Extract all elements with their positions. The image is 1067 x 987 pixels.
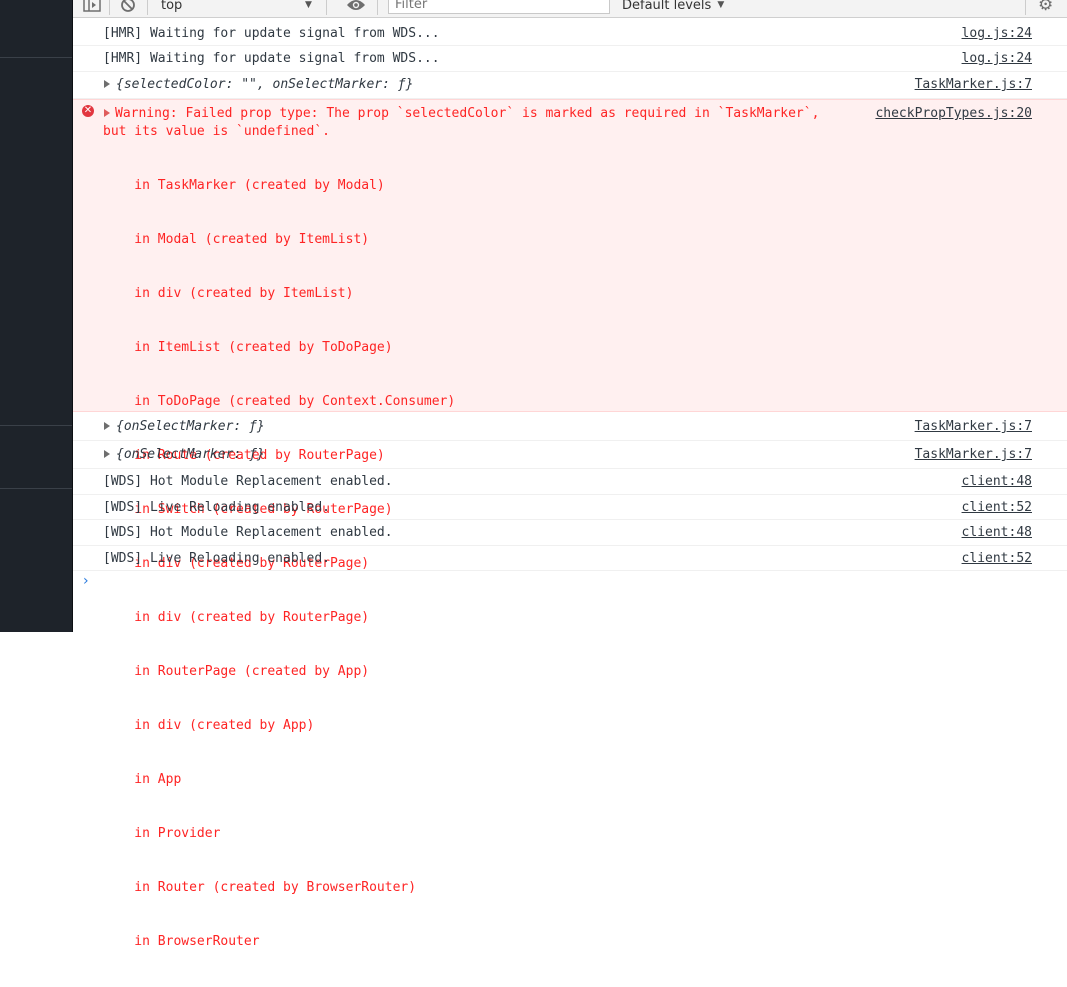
- settings-gear-icon[interactable]: ⚙: [1038, 0, 1053, 17]
- log-row: [WDS] Hot Module Replacement enabled. cl…: [73, 520, 1067, 546]
- error-message-row: ✕ Warning: Failed prop type: The prop `s…: [73, 99, 1067, 949]
- log-message: [HMR] Waiting for update signal from WDS…: [103, 51, 440, 66]
- log-message: [WDS] Live Reloading enabled.: [103, 500, 330, 515]
- stack-line: in ToDoPage (created by Context.Consumer…: [103, 394, 456, 409]
- error-text-line1: Warning: Failed prop type: The prop `sel…: [115, 106, 820, 121]
- stack-line: in RouterPage (created by App): [103, 664, 370, 679]
- log-object[interactable]: {selectedColor: "", onSelectMarker: ƒ}: [116, 77, 413, 93]
- error-icon: ✕: [82, 105, 94, 117]
- log-row: [WDS] Hot Module Replacement enabled. cl…: [73, 469, 1067, 495]
- source-link[interactable]: TaskMarker.js:7: [915, 419, 1032, 435]
- context-label: top: [161, 0, 183, 13]
- chevron-down-icon: ▼: [717, 0, 725, 10]
- toolbar-separator: [147, 0, 148, 15]
- eye-icon[interactable]: [346, 0, 366, 17]
- toolbar-separator: [1025, 0, 1026, 15]
- stack-line: in Modal (created by ItemList): [103, 232, 370, 247]
- stack-line: in div (created by RouterPage): [103, 610, 370, 625]
- source-link[interactable]: client:52: [962, 500, 1032, 516]
- log-levels-dropdown[interactable]: Default levels ▼: [622, 0, 724, 17]
- source-link[interactable]: checkPropTypes.js:20: [875, 105, 1032, 123]
- log-message: [WDS] Hot Module Replacement enabled.: [103, 525, 393, 540]
- toolbar-separator: [377, 0, 378, 15]
- log-row[interactable]: {selectedColor: "", onSelectMarker: ƒ} T…: [73, 72, 1067, 99]
- source-link[interactable]: log.js:24: [962, 51, 1032, 67]
- error-text-line2: but its value is `undefined`.: [103, 124, 330, 139]
- log-row: [HMR] Waiting for update signal from WDS…: [73, 46, 1067, 72]
- stack-line: in Provider: [103, 826, 221, 841]
- expand-triangle-icon[interactable]: [104, 450, 110, 458]
- log-message: [WDS] Live Reloading enabled.: [103, 551, 330, 566]
- log-object[interactable]: {onSelectMarker: ƒ}: [116, 419, 265, 435]
- sidebar-toggle-icon[interactable]: [83, 0, 101, 17]
- context-selector[interactable]: top: [161, 0, 182, 17]
- context-dropdown-icon[interactable]: ▼: [305, 0, 312, 17]
- console-prompt-icon[interactable]: ›: [83, 573, 89, 589]
- panel-divider: [0, 425, 72, 426]
- stack-line: in div (created by App): [103, 718, 315, 733]
- expand-triangle-icon[interactable]: [104, 80, 110, 88]
- left-dark-panel: [0, 0, 73, 632]
- source-link[interactable]: log.js:24: [962, 26, 1032, 42]
- panel-divider: [0, 57, 72, 58]
- stack-line: in Router (created by BrowserRouter): [103, 880, 417, 895]
- stack-line: in App: [103, 772, 182, 787]
- source-link[interactable]: TaskMarker.js:7: [915, 447, 1032, 463]
- panel-divider: [0, 488, 72, 489]
- log-message: [WDS] Hot Module Replacement enabled.: [103, 474, 393, 489]
- source-link[interactable]: client:48: [962, 474, 1032, 490]
- expand-triangle-icon[interactable]: [104, 422, 110, 430]
- console-panel: top ▼ Default levels ▼ ⚙ [HMR] Waiting f…: [73, 0, 1067, 949]
- stack-line: in div (created by ItemList): [103, 286, 354, 301]
- log-row: [WDS] Live Reloading enabled. client:52: [73, 495, 1067, 520]
- log-row: [WDS] Live Reloading enabled. client:52: [73, 546, 1067, 571]
- toolbar-separator: [326, 0, 327, 15]
- log-levels-label: Default levels: [622, 0, 712, 13]
- log-message: [HMR] Waiting for update signal from WDS…: [103, 26, 440, 41]
- console-toolbar: top ▼ Default levels ▼ ⚙: [73, 0, 1067, 18]
- expand-triangle-icon[interactable]: [104, 109, 110, 117]
- log-row[interactable]: {onSelectMarker: ƒ} TaskMarker.js:7: [73, 413, 1067, 441]
- source-link[interactable]: client:52: [962, 551, 1032, 567]
- log-row: [HMR] Waiting for update signal from WDS…: [73, 21, 1067, 46]
- log-object[interactable]: {onSelectMarker: ƒ}: [116, 447, 265, 463]
- filter-input[interactable]: [388, 0, 610, 14]
- source-link[interactable]: TaskMarker.js:7: [915, 77, 1032, 93]
- stack-line: in ItemList (created by ToDoPage): [103, 340, 393, 355]
- clear-console-icon[interactable]: [120, 0, 136, 17]
- source-link[interactable]: client:48: [962, 525, 1032, 541]
- toolbar-separator: [109, 0, 110, 15]
- stack-line: in TaskMarker (created by Modal): [103, 178, 385, 193]
- stack-line: in BrowserRouter: [103, 934, 260, 949]
- log-row[interactable]: {onSelectMarker: ƒ} TaskMarker.js:7: [73, 441, 1067, 469]
